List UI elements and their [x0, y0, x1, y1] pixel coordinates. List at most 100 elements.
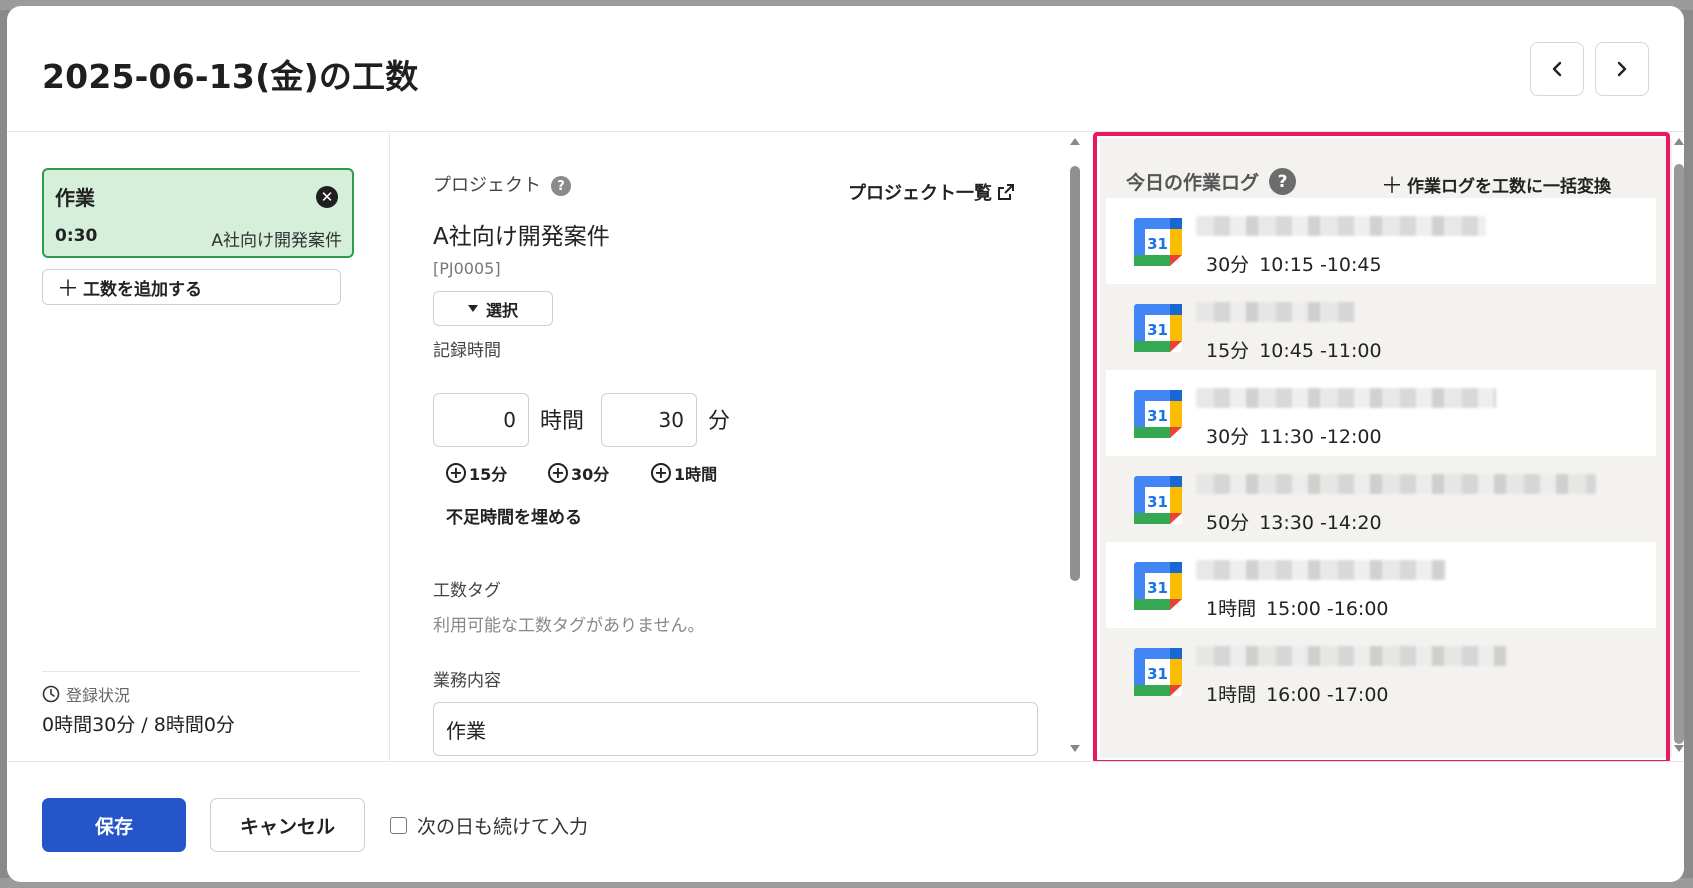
scroll-up-arrow-icon[interactable]	[1069, 136, 1081, 148]
bulk-convert-button[interactable]: ＋ 作業ログを工数に一括変換	[1381, 168, 1611, 200]
redacted-event-title	[1196, 216, 1486, 236]
add-entry-button[interactable]: ＋ 工数を追加する	[42, 269, 341, 305]
work-log-item[interactable]: 31 1時間 15:00 -16:00	[1106, 542, 1656, 628]
description-label: 業務内容	[433, 671, 501, 691]
record-time-label: 記録時間	[433, 341, 501, 361]
help-icon[interactable]: ?	[551, 176, 571, 196]
google-calendar-icon: 31	[1134, 218, 1182, 266]
description-input[interactable]	[433, 702, 1038, 756]
google-calendar-icon: 31	[1134, 304, 1182, 352]
entry-list-panel: 作業 ✕ 0:30 A社向け開発案件 ＋ 工数を追加する 登録状況 0時間30分…	[7, 133, 390, 761]
continue-label: 次の日も続けて入力	[417, 816, 589, 838]
add-entry-label: 工数を追加する	[83, 279, 203, 300]
work-log-time: 15分 10:45 -11:00	[1206, 336, 1382, 363]
work-log-duration: 1時間	[1206, 598, 1257, 620]
close-icon[interactable]: ✕	[316, 186, 338, 208]
work-log-time: 50分 13:30 -14:20	[1206, 508, 1382, 535]
status-label: 登録状況	[42, 682, 130, 706]
work-log-item[interactable]: 31 1時間 16:00 -17:00	[1106, 628, 1656, 714]
entry-time: 0:30	[55, 226, 98, 246]
tag-empty-message: 利用可能な工数タグがありません。	[433, 616, 705, 636]
cancel-button[interactable]: キャンセル	[210, 798, 365, 852]
next-day-button[interactable]	[1595, 42, 1649, 96]
work-log-duration: 50分	[1206, 512, 1250, 534]
google-calendar-icon: 31	[1134, 648, 1182, 696]
work-log-item[interactable]: 31 50分 13:30 -14:20	[1106, 456, 1656, 542]
scroll-thumb[interactable]	[1070, 166, 1080, 581]
project-label-text: プロジェクト	[433, 175, 541, 196]
project-name: A社向け開発案件	[433, 224, 610, 250]
quick-add-label: 30分	[571, 465, 610, 484]
calendar-icon-text: 31	[1147, 665, 1168, 683]
work-log-range: 15:00 -16:00	[1266, 598, 1389, 620]
scroll-thumb[interactable]	[1674, 164, 1684, 744]
project-code: [PJ0005]	[433, 259, 501, 278]
entry-card[interactable]: 作業 ✕ 0:30 A社向け開発案件	[42, 168, 354, 258]
tag-label: 工数タグ	[433, 581, 501, 601]
calendar-icon-text: 31	[1147, 493, 1168, 511]
work-log-item[interactable]: 31 30分 10:15 -10:45	[1106, 198, 1656, 284]
chevron-left-icon	[1552, 61, 1562, 77]
scroll-down-arrow-icon[interactable]	[1673, 744, 1684, 756]
quick-add-label: 1時間	[674, 465, 718, 484]
caret-down-icon	[467, 304, 478, 312]
add-1hour-button[interactable]: + 1時間	[651, 456, 717, 490]
calendar-icon-text: 31	[1147, 407, 1168, 425]
calendar-icon-text: 31	[1147, 321, 1168, 339]
work-log-scrollbar[interactable]	[1673, 136, 1684, 756]
bulk-convert-label: 作業ログを工数に一括変換	[1407, 176, 1612, 197]
scroll-down-arrow-icon[interactable]	[1069, 744, 1081, 756]
hours-input[interactable]	[433, 393, 529, 447]
calendar-icon-text: 31	[1147, 579, 1168, 597]
work-log-range: 13:30 -14:20	[1259, 512, 1382, 534]
minutes-unit: 分	[708, 409, 731, 434]
google-calendar-icon: 31	[1134, 562, 1182, 610]
google-calendar-icon: 31	[1134, 476, 1182, 524]
work-log-title-text: 今日の作業ログ	[1126, 172, 1260, 194]
work-log-duration: 1時間	[1206, 684, 1257, 706]
work-log-item[interactable]: 31 30分 11:30 -12:00	[1106, 370, 1656, 456]
checkbox[interactable]	[390, 817, 407, 834]
work-log-time: 1時間 15:00 -16:00	[1206, 594, 1389, 621]
entry-title: 作業	[55, 186, 95, 210]
help-icon[interactable]: ?	[1269, 168, 1297, 195]
status-value: 0時間30分 / 8時間0分	[42, 714, 235, 736]
hours-unit: 時間	[540, 409, 585, 434]
clock-icon	[42, 685, 60, 703]
work-log-duration: 30分	[1206, 426, 1250, 448]
chevron-right-icon	[1617, 61, 1627, 77]
work-log-time: 1時間 16:00 -17:00	[1206, 680, 1389, 707]
add-30min-button[interactable]: + 30分	[548, 456, 609, 490]
redacted-event-title	[1196, 388, 1496, 408]
save-button[interactable]: 保存	[42, 798, 186, 852]
work-log-range: 10:15 -10:45	[1259, 254, 1382, 276]
redacted-event-title	[1196, 560, 1446, 580]
project-list-link-text: プロジェクト一覧	[848, 183, 992, 204]
modal-header: 2025-06-13(金)の工数	[7, 6, 1684, 132]
project-list-link[interactable]: プロジェクト一覧	[848, 179, 1016, 205]
add-15min-button[interactable]: + 15分	[446, 456, 507, 490]
work-log-item[interactable]: 31 15分 10:45 -11:00	[1106, 284, 1656, 370]
quick-add-label: 15分	[469, 465, 508, 484]
redacted-event-title	[1196, 302, 1356, 322]
project-select-button[interactable]: 選択	[433, 291, 553, 326]
work-log-duration: 15分	[1206, 340, 1250, 362]
redacted-event-title	[1196, 646, 1506, 666]
work-log-title: 今日の作業ログ?	[1126, 168, 1297, 195]
redacted-event-title	[1196, 474, 1596, 494]
page-title: 2025-06-13(金)の工数	[42, 57, 419, 96]
previous-day-button[interactable]	[1530, 42, 1584, 96]
calendar-icon-text: 31	[1147, 235, 1168, 253]
continue-next-day-checkbox[interactable]: 次の日も続けて入力	[390, 812, 588, 839]
work-log-range: 16:00 -17:00	[1266, 684, 1389, 706]
fill-missing-time-button[interactable]: 不足時間を埋める	[446, 503, 582, 528]
external-link-icon	[998, 184, 1014, 200]
work-log-time: 30分 10:15 -10:45	[1206, 250, 1382, 277]
work-log-range: 11:30 -12:00	[1259, 426, 1382, 448]
status-label-text: 登録状況	[66, 686, 131, 705]
form-scrollbar[interactable]	[1069, 136, 1081, 756]
scroll-up-arrow-icon[interactable]	[1673, 136, 1684, 148]
minutes-input[interactable]	[601, 393, 697, 447]
work-log-time: 30分 11:30 -12:00	[1206, 422, 1382, 449]
modal-footer: 保存 キャンセル 次の日も続けて入力	[7, 761, 1684, 882]
